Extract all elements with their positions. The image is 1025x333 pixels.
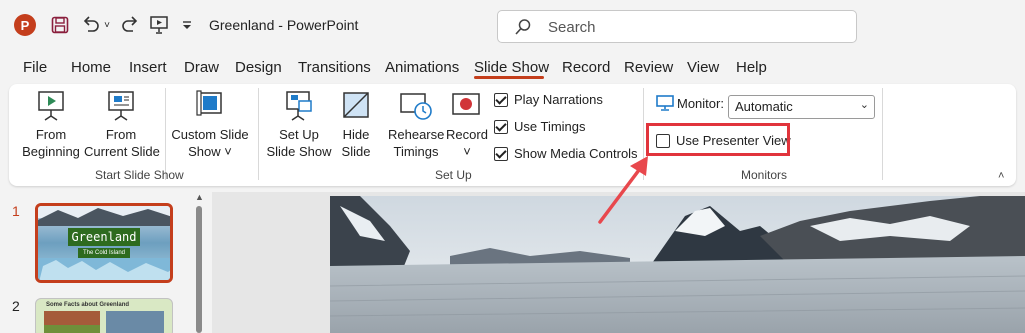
checkbox-checked-icon[interactable] — [494, 92, 508, 107]
tab-help[interactable]: Help — [736, 59, 767, 76]
hide-slide-icon — [343, 92, 369, 118]
monitor-label: Monitor: — [677, 95, 724, 111]
tab-slide-show[interactable]: Slide Show — [474, 59, 549, 76]
tab-design[interactable]: Design — [235, 59, 282, 76]
tab-file[interactable]: File — [23, 59, 47, 76]
tab-review[interactable]: Review — [624, 59, 673, 76]
search-box[interactable]: Search — [497, 10, 857, 43]
group-label-start-slide-show: Start Slide Show — [95, 168, 184, 182]
annotation-arrow-icon — [598, 156, 648, 224]
record-label: Record — [446, 127, 488, 142]
monitor-dropdown[interactable]: Automatic ⌄ — [728, 95, 875, 119]
slide-1-subtitle: The Cold Island — [78, 248, 130, 258]
monitor-icon — [656, 95, 674, 111]
active-tab-indicator — [474, 76, 544, 79]
tab-draw[interactable]: Draw — [184, 59, 219, 76]
present-from-start-icon[interactable] — [148, 14, 170, 36]
monitor-dropdown-value: Automatic — [735, 99, 793, 114]
document-title: Greenland - PowerPoint — [209, 17, 359, 33]
rehearse-timings-label: Rehearse Timings — [388, 127, 445, 159]
set-up-slide-show-label: Set Up Slide Show — [266, 127, 332, 159]
highlight-box — [646, 123, 790, 156]
slide-canvas[interactable] — [330, 196, 1025, 333]
use-timings-checkbox[interactable]: Use Timings — [494, 119, 586, 134]
set-up-slide-show-icon — [286, 91, 312, 121]
slide-1-title: Greenland — [68, 228, 140, 246]
record-button[interactable]: Record ˅ — [446, 90, 488, 160]
chevron-down-icon: ⌄ — [859, 99, 869, 111]
slide-number: 2 — [12, 298, 20, 314]
record-icon — [452, 93, 480, 115]
slide-thumbnail-2[interactable]: Some Facts about Greenland — [35, 298, 173, 333]
monitor-row: Monitor: — [656, 95, 724, 111]
play-from-current-icon — [108, 91, 134, 121]
undo-dropdown-icon[interactable]: ˅ — [101, 14, 113, 36]
slide-2-images — [44, 311, 164, 333]
glacier-landscape-image — [330, 196, 1025, 333]
checkbox-checked-icon[interactable] — [494, 146, 508, 161]
scroll-up-icon[interactable]: ▲ — [195, 192, 204, 202]
thumbnail-scrollbar[interactable]: ▲ — [194, 192, 204, 333]
hide-slide-button[interactable]: Hide Slide — [336, 90, 376, 160]
redo-icon[interactable] — [119, 14, 141, 36]
tab-view[interactable]: View — [687, 59, 719, 76]
record-chevron-icon[interactable]: ˅ — [463, 144, 471, 159]
custom-slide-show-icon — [196, 90, 222, 116]
use-timings-label: Use Timings — [514, 119, 586, 134]
tab-record[interactable]: Record — [562, 59, 610, 76]
slide-thumbnail-1[interactable]: Greenland The Cold Island — [35, 203, 173, 283]
tab-home[interactable]: Home — [71, 59, 111, 76]
customize-qat-icon[interactable] — [180, 14, 194, 36]
ribbon-tabs: File Home Insert Draw Design Transitions… — [0, 52, 1025, 84]
search-placeholder: Search — [548, 19, 596, 36]
scrollbar-thumb[interactable] — [196, 206, 202, 333]
slide-number: 1 — [12, 203, 20, 219]
from-current-slide-label: From Current Slide — [84, 127, 160, 159]
play-narrations-label: Play Narrations — [514, 92, 603, 107]
title-bar: P ˅ Greenland - PowerPoint Search — [0, 0, 1025, 52]
powerpoint-logo-icon: P — [14, 14, 36, 36]
group-separator — [258, 88, 259, 180]
group-separator — [882, 88, 883, 180]
tab-animations[interactable]: Animations — [385, 59, 459, 76]
group-separator — [165, 88, 166, 180]
rehearse-timings-button[interactable]: Rehearse Timings — [388, 90, 444, 160]
play-narrations-checkbox[interactable]: Play Narrations — [494, 92, 603, 107]
checkbox-checked-icon[interactable] — [494, 119, 508, 134]
group-label-monitors: Monitors — [741, 168, 788, 182]
from-beginning-button[interactable]: From Beginning — [20, 90, 82, 160]
set-up-slide-show-button[interactable]: Set Up Slide Show — [264, 90, 334, 160]
collapse-ribbon-icon[interactable]: ˄ — [998, 170, 1004, 182]
rehearse-timings-icon — [400, 93, 432, 120]
custom-slide-show-label: Custom Slide Show ˅ — [171, 127, 249, 159]
undo-icon[interactable] — [80, 14, 102, 36]
group-label-set-up: Set Up — [435, 168, 472, 182]
save-icon[interactable] — [49, 14, 71, 36]
play-from-beginning-icon — [38, 91, 64, 121]
search-icon — [515, 19, 531, 35]
custom-slide-show-button[interactable]: Custom Slide Show ˅ — [170, 90, 250, 160]
from-current-slide-button[interactable]: From Current Slide — [84, 90, 160, 160]
from-beginning-label: From Beginning — [22, 127, 80, 159]
tab-insert[interactable]: Insert — [129, 59, 167, 76]
tab-transitions[interactable]: Transitions — [298, 59, 371, 76]
hide-slide-label: Hide Slide — [341, 127, 371, 159]
